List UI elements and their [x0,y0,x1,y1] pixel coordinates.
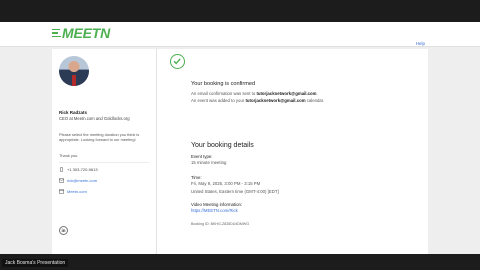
time-value: Fri, May 9, 2025, 3:00 PM - 3:15 PM [191,181,261,186]
phone-icon [60,167,63,172]
host-title: CEO at Meetn.com and Goldlocks.org [59,116,130,121]
event-added-text: An event was added to your tutorjacknetw… [191,98,325,103]
booking-card: Rick Radzats CEO at Meetn.com and Goldlo… [52,49,428,254]
website-contact[interactable]: Meetn.com [59,189,87,194]
top-header: MEETN Help [0,22,480,47]
event-type-value: 15 minute meeting [191,160,227,165]
logo-text: MEETN [62,25,111,41]
window-icon [59,189,64,194]
divider [59,162,149,163]
timezone-value: United States, Eastern time (GMT-4:00) [… [191,189,279,194]
host-panel: Rick Radzats CEO at Meetn.com and Goldlo… [52,49,157,254]
phone-number: +1 303-720-9613 [67,167,98,172]
video-label: Video Meeting information: [191,202,243,207]
confirmation-title: Your booking is confirmed [191,81,256,87]
website-link: Meetn.com [67,189,87,194]
email-contact[interactable]: rick@meetn.com [59,178,97,183]
event-type-label: Event type: [191,154,213,159]
linkedin-icon[interactable]: in [59,226,68,235]
help-link[interactable]: Help [416,41,425,46]
video-meeting-link[interactable]: https://MEETN.com/Rick [191,208,238,213]
presenter-label: Jack Bosma's Presentation [2,259,69,267]
email-sent-text: An email confirmation was sent to tutorj… [191,91,318,96]
presentation-bar [0,254,480,270]
host-thanks: Thank you. [59,153,79,158]
host-avatar [59,56,89,86]
booking-page: MEETN Help Rick Radzats CEO at Meetn.com… [0,22,480,254]
mail-icon [59,178,64,183]
host-message: Please select the meeting duration you t… [59,132,140,142]
booking-id: Booking ID: BKHG-Z835DU4DMWG [191,222,250,226]
details-title: Your booking details [191,142,254,149]
email-address: rick@meetn.com [67,178,98,183]
time-label: Time: [191,175,202,180]
meetn-logo[interactable]: MEETN [52,26,110,40]
speed-lines-icon [52,28,61,38]
checkmark-icon [170,54,185,69]
phone-contact[interactable]: +1 303-720-9613 [59,167,98,172]
host-name: Rick Radzats [59,110,88,115]
confirmation-panel: Your booking is confirmed An email confi… [156,49,428,254]
